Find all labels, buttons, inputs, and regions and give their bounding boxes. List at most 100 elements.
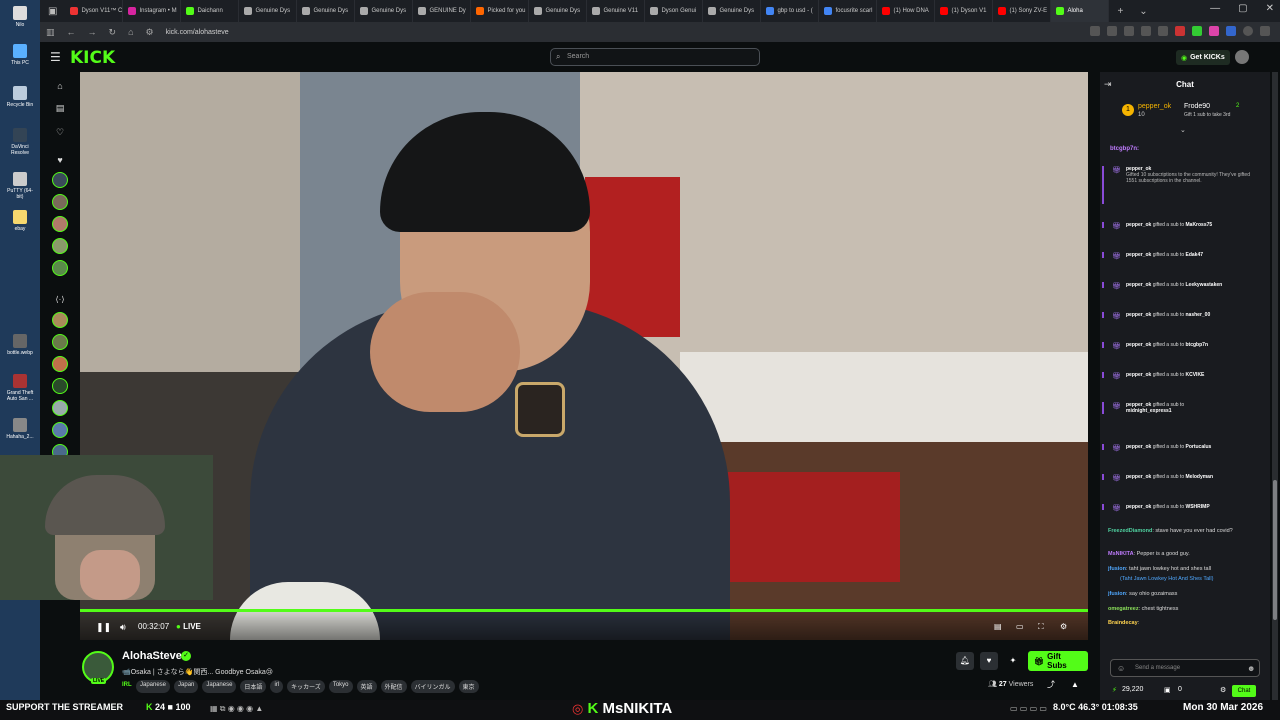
chat-username[interactable]: jfusion	[1108, 566, 1126, 572]
emoji-icon[interactable]: ☻	[1247, 664, 1255, 673]
gift-sender[interactable]: pepper_ok	[1126, 342, 1151, 348]
screenshot-icon[interactable]	[1090, 26, 1100, 36]
chat-message-input[interactable]: ☺ Send a message ☻	[1110, 659, 1260, 677]
desktop-icon-davinci[interactable]: DaVinci Resolve	[4, 128, 36, 156]
browser-tab[interactable]: Genuine Dys	[529, 0, 588, 22]
extension-pink-icon[interactable]	[1209, 26, 1219, 36]
chat-username[interactable]: MsNIKITA	[1108, 551, 1134, 557]
followed-channel-avatar[interactable]	[52, 216, 68, 232]
stream-tag[interactable]: 東京	[458, 680, 479, 693]
desktop-icon-recycle-bin[interactable]: Recycle Bin	[4, 86, 36, 108]
stream-tag[interactable]: Japanese	[136, 680, 171, 693]
browser-tab[interactable]: focusrite scarl	[819, 0, 878, 22]
forward-icon[interactable]: →	[88, 27, 97, 37]
stream-tag[interactable]: Japanese	[202, 680, 237, 693]
browser-tab[interactable]: Genuine Dys	[239, 0, 298, 22]
download-icon[interactable]	[1141, 26, 1151, 36]
page-scrollbar-thumb[interactable]	[1273, 480, 1277, 620]
stream-tag[interactable]: キッカーズ	[287, 680, 325, 693]
gift-recipient[interactable]: midnight_express1	[1126, 408, 1172, 414]
desktop-icon-putty[interactable]: PuTTY (64-bit)	[4, 172, 36, 200]
stream-tag[interactable]: Tokyo	[328, 680, 353, 693]
tray-icons[interactable]: ▭ ▭ ▭ ▭	[1010, 704, 1047, 713]
desktop-icon-bottle[interactable]: bottle.webp	[4, 334, 36, 356]
followed-channel-avatar[interactable]	[52, 172, 68, 188]
home-nav-icon[interactable]: ⌂	[52, 78, 68, 94]
chat-username[interactable]: Braindecay	[1108, 620, 1138, 626]
volume-icon[interactable]: 🔊︎	[120, 622, 126, 633]
reload-icon[interactable]: ↻	[109, 27, 117, 38]
browser-tab[interactable]: Daichann	[181, 0, 240, 22]
browser-tab[interactable]: GENUINE Dy	[413, 0, 472, 22]
recommended-channel-avatar[interactable]	[52, 378, 68, 394]
hamburger-menu-icon[interactable]: ☰	[50, 50, 61, 64]
gift-recipient[interactable]: MaKross75	[1186, 222, 1213, 228]
chat-username[interactable]: omegatreez	[1108, 606, 1139, 612]
close-icon[interactable]: ✕	[1266, 3, 1274, 14]
browser-tab[interactable]: Genuine Dys	[355, 0, 414, 22]
tab-list-chevron-icon[interactable]: ⌄	[1139, 6, 1147, 17]
theater-mode-icon[interactable]: ▭	[1016, 622, 1024, 631]
minimize-icon[interactable]: —	[1210, 3, 1220, 14]
report-icon[interactable]: ▲	[1066, 676, 1084, 694]
home-icon[interactable]: ⌂	[128, 27, 133, 37]
share-icon[interactable]: ⤴	[1042, 676, 1060, 694]
clip-icon[interactable]: ▤	[994, 622, 1002, 631]
recommended-icon[interactable]: ⟨·⟩	[52, 292, 68, 308]
gift-sender[interactable]: pepper_ok	[1126, 282, 1151, 288]
channel-points[interactable]: 29,220	[1122, 686, 1143, 693]
expand-chevron-icon[interactable]: ⌄	[1180, 126, 1186, 134]
stream-tag[interactable]: 日本語	[240, 680, 267, 693]
extension-green-icon[interactable]	[1192, 26, 1202, 36]
browser-tab[interactable]: Instagram • M	[123, 0, 182, 22]
browser-tab[interactable]: (1) How DNA	[877, 0, 936, 22]
following-nav-icon[interactable]: ♡	[52, 124, 68, 140]
browser-tab[interactable]: Dyson V11™ C	[65, 0, 124, 22]
stream-tag[interactable]: 英語	[356, 680, 377, 693]
desktop-icon-nilo[interactable]: Nilo	[4, 6, 36, 28]
chat-top-user[interactable]: btcgbp7n:	[1110, 146, 1139, 152]
sidebar-toggle-icon[interactable]: ▥	[46, 27, 55, 38]
gift-subs-button[interactable]: 🎁︎ Gift Subs	[1028, 651, 1088, 671]
browser-tab[interactable]: Genuine V11	[587, 0, 646, 22]
stream-category[interactable]: IRL	[122, 682, 132, 688]
gift-sender[interactable]: pepper_ok	[1126, 372, 1151, 378]
url-field[interactable]: kick.com/alohasteve	[166, 29, 229, 36]
back-icon[interactable]: ←	[67, 27, 76, 37]
chat-send-button[interactable]: Chat	[1232, 685, 1256, 697]
user-avatar[interactable]	[1235, 50, 1249, 64]
recommended-channel-avatar[interactable]	[52, 400, 68, 416]
leader-1-name[interactable]: pepper_ok	[1138, 103, 1171, 110]
gift-recipient[interactable]: WSHRIMP	[1186, 504, 1210, 510]
gift-recipient[interactable]: Melodyman	[1186, 474, 1214, 480]
stream-tag[interactable]: Japan	[174, 680, 199, 693]
favorites-heart-icon[interactable]: ♥	[52, 152, 68, 168]
chat-settings-icon[interactable]: ⚙	[1220, 686, 1226, 694]
notification-bell-icon[interactable]: 🔔︎	[956, 652, 974, 670]
recommended-channel-avatar[interactable]	[52, 312, 68, 328]
gift-recipient[interactable]: nasher_00	[1186, 312, 1211, 318]
settings-gear-icon[interactable]: ⚙	[1060, 622, 1067, 631]
translate-icon[interactable]	[1107, 26, 1117, 36]
extension-red-icon[interactable]	[1175, 26, 1185, 36]
chat-username[interactable]: FreezedDiamond	[1108, 528, 1152, 534]
browser-tab[interactable]: (1) Sony ZV-E	[993, 0, 1052, 22]
gift-sender[interactable]: pepper_ok	[1126, 222, 1151, 228]
browser-tab[interactable]: gbp to usd - (	[761, 0, 820, 22]
bookmark-star-icon[interactable]	[1124, 26, 1134, 36]
profile-icon[interactable]	[1243, 26, 1253, 36]
gift-sender[interactable]: pepper_ok	[1126, 504, 1151, 510]
browser-menu-icon[interactable]	[1260, 26, 1270, 36]
extension-blue-icon[interactable]	[1226, 26, 1236, 36]
gift-recipient[interactable]: btcgbp7n	[1186, 342, 1209, 348]
chat-username[interactable]: jfusion	[1108, 591, 1126, 597]
leader-2-name[interactable]: Frode90	[1184, 103, 1210, 110]
browser-tab[interactable]: Genuine Dys	[703, 0, 762, 22]
stream-tag[interactable]: irl	[270, 680, 284, 693]
maximize-icon[interactable]: ▢	[1238, 3, 1247, 14]
recommended-channel-avatar[interactable]	[52, 422, 68, 438]
gift-sender[interactable]: pepper_ok	[1126, 312, 1151, 318]
search-input[interactable]: ⌕ Search	[550, 48, 760, 66]
gift-recipient[interactable]: KCVIKE	[1186, 372, 1205, 378]
tab-actions-icon[interactable]: ▣	[48, 6, 57, 17]
